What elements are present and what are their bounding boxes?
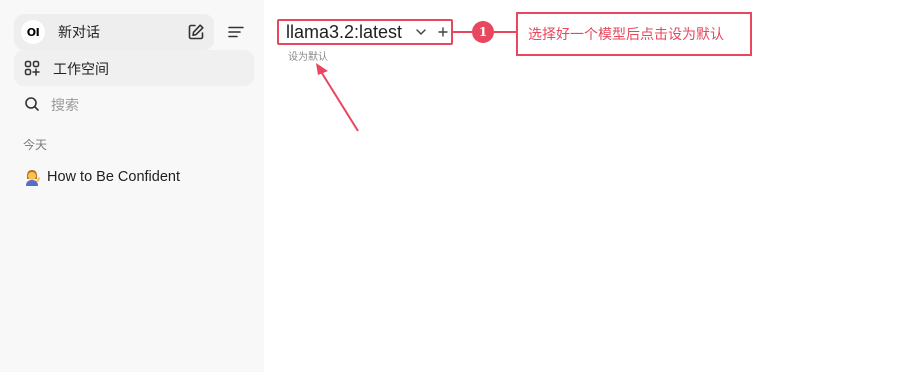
model-name: llama3.2:latest bbox=[286, 22, 403, 42]
chevron-down-icon[interactable] bbox=[410, 21, 432, 43]
sidebar-item-workspace-label: 工作空间 bbox=[53, 62, 109, 78]
search-icon bbox=[21, 93, 43, 115]
grid-plus-icon bbox=[21, 57, 43, 79]
sidebar-item-workspace[interactable] bbox=[14, 50, 254, 86]
plus-icon[interactable] bbox=[432, 21, 454, 43]
annotation-callout-text: 选择好一个模型后点击设为默认 bbox=[528, 27, 724, 43]
search-input[interactable]: 搜索 bbox=[51, 95, 79, 115]
new-chat-label: 新对话 bbox=[58, 25, 100, 41]
person-tipping-hand-emoji bbox=[22, 167, 42, 187]
chat-title: How to Be Confident bbox=[47, 169, 180, 185]
chat-list-item[interactable]: How to Be Confident bbox=[22, 166, 252, 188]
set-default-button[interactable]: 设为默认 bbox=[288, 48, 328, 63]
app-logo: OI bbox=[21, 20, 45, 44]
step-number-badge: 1 bbox=[472, 21, 494, 43]
edit-icon[interactable] bbox=[185, 21, 207, 43]
menu-icon[interactable] bbox=[225, 21, 247, 43]
section-label-today: 今天 bbox=[23, 138, 48, 152]
